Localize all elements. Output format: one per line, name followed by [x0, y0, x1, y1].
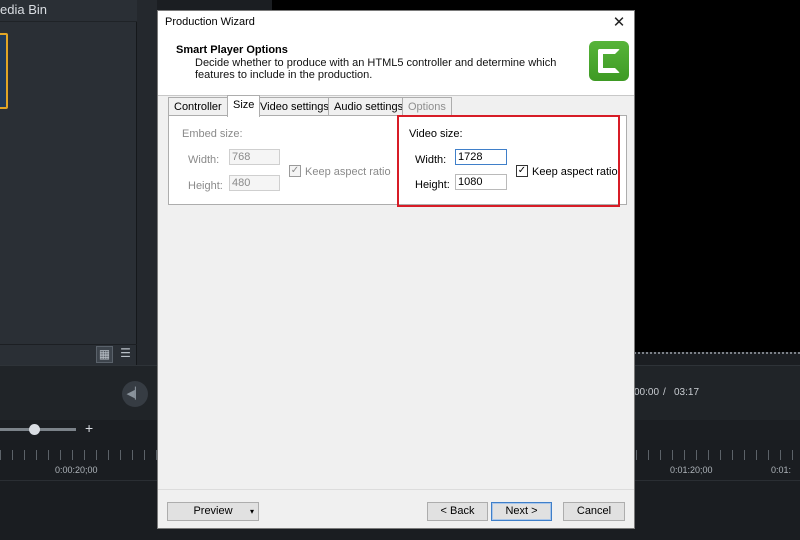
tab-options: Options [402, 97, 452, 117]
timeline-tick-label: 0:01:20;00 [670, 465, 713, 475]
preview-button-label: Preview [193, 505, 233, 517]
tab-audio-settings[interactable]: Audio settings [328, 97, 410, 117]
total-time: 03:17 [674, 387, 700, 398]
panel-gap [137, 0, 157, 365]
timeline-tick-label: 0:01: [771, 465, 792, 475]
media-bin-panel [0, 0, 137, 365]
dialog-titlebar: Production Wizard ✕ [158, 11, 634, 35]
time-separator: / [663, 387, 666, 398]
timeline-tick-label: 0:00:20;00 [55, 465, 98, 475]
embed-height-label: Height: [188, 180, 223, 192]
canvas-border [634, 352, 800, 355]
media-bin-title: edia Bin [0, 2, 47, 17]
tab-controller[interactable]: Controller [168, 97, 228, 117]
cancel-button[interactable]: Cancel [563, 502, 625, 521]
preview-button[interactable]: Preview ▾ [167, 502, 259, 521]
next-button[interactable]: Next > [491, 502, 552, 521]
step-back-icon[interactable]: ◀▏ [122, 381, 148, 407]
chevron-down-icon: ▾ [249, 507, 254, 516]
media-thumbnail[interactable] [0, 33, 8, 109]
media-bin-divider [0, 344, 137, 345]
zoom-in-icon[interactable]: + [85, 420, 93, 436]
embed-height-field [229, 175, 280, 191]
header-title: Smart Player Options [176, 44, 288, 56]
camtasia-logo-icon [589, 41, 629, 81]
media-bin-header: edia Bin [0, 0, 137, 22]
dialog-title: Production Wizard [165, 16, 255, 28]
canvas-preview [634, 0, 800, 352]
production-wizard-dialog: Production Wizard ✕ Smart Player Options… [157, 10, 635, 529]
header-description: Decide whether to produce with an HTML5 … [195, 57, 557, 81]
embed-width-label: Width: [188, 154, 220, 166]
back-button[interactable]: < Back [427, 502, 488, 521]
zoom-slider-thumb[interactable] [29, 424, 40, 435]
current-time: 00:00 [634, 387, 660, 398]
grid-view-icon[interactable]: ▦ [96, 346, 113, 363]
logo-c-shape [598, 49, 620, 73]
video-size-highlight [397, 115, 620, 207]
embed-size-label: Embed size: [182, 128, 243, 140]
embed-keep-aspect-label: Keep aspect ratio [305, 166, 391, 178]
wizard-footer: Preview ▾ < Back Next > Cancel [158, 489, 634, 528]
embed-keep-aspect-checkbox: ✓ [289, 165, 301, 177]
list-view-icon[interactable]: ☰ [117, 346, 134, 363]
close-icon[interactable]: ✕ [608, 13, 630, 33]
tab-video-settings[interactable]: Video settings [254, 97, 335, 117]
tab-size[interactable]: Size [227, 95, 261, 117]
wizard-header: Smart Player Options Decide whether to p… [158, 35, 634, 96]
embed-width-field [229, 149, 280, 165]
